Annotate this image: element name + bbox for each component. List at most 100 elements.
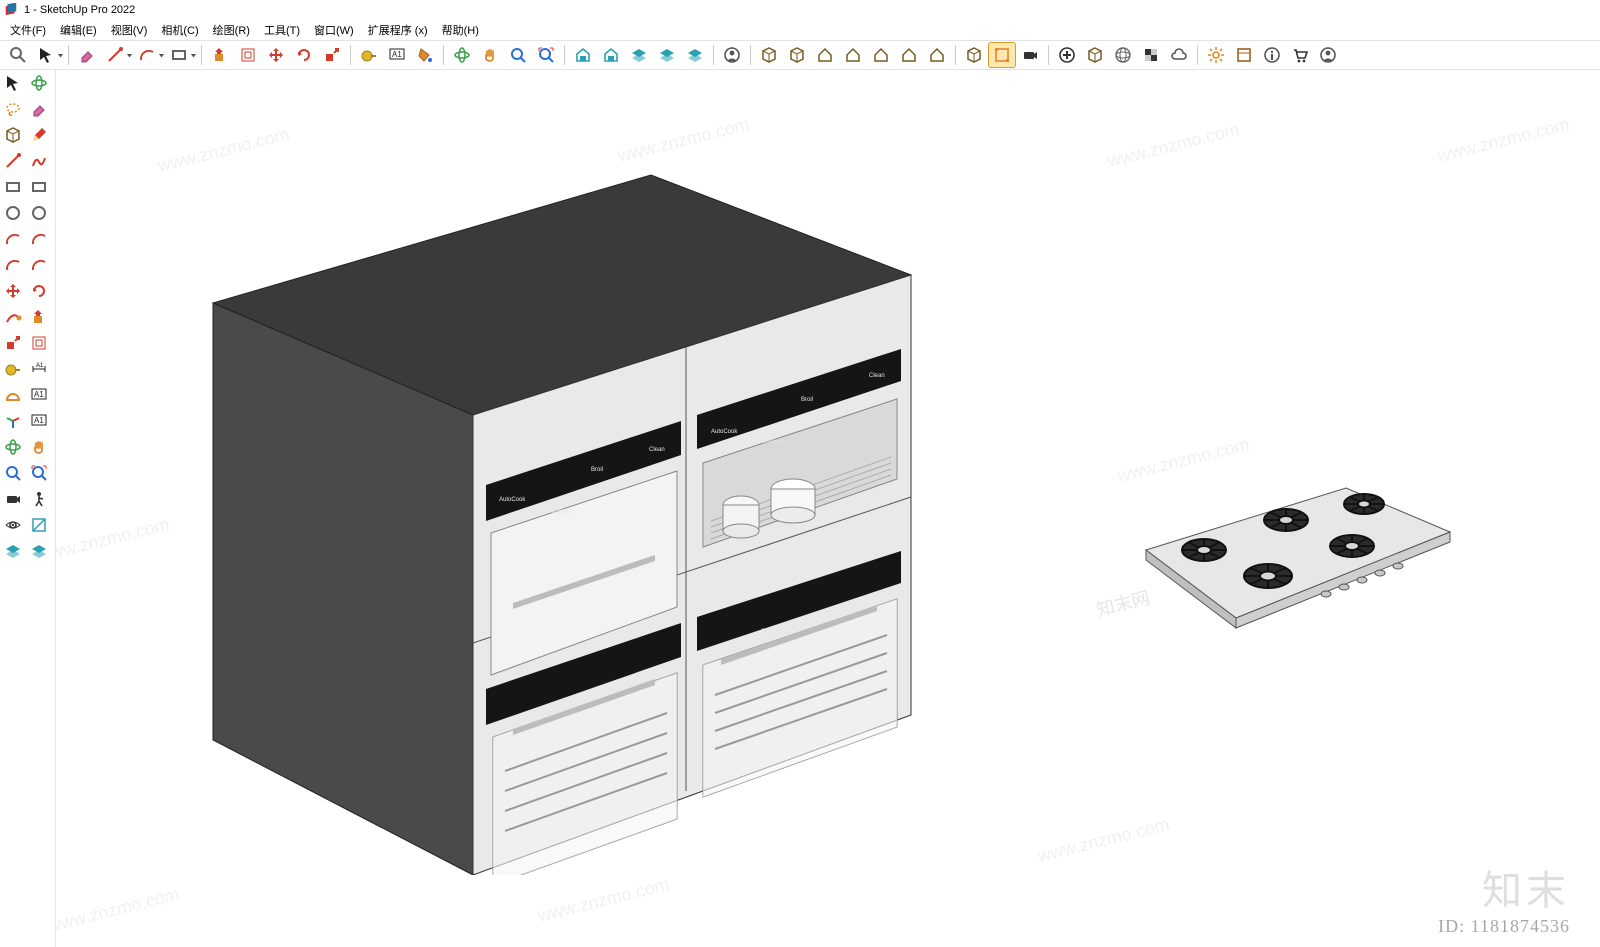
cart-icon[interactable] [1286, 42, 1314, 68]
eraser-icon[interactable] [73, 42, 101, 68]
menu-tools[interactable]: 工具(T) [258, 20, 306, 40]
layers2-icon[interactable] [653, 42, 681, 68]
protractor-icon[interactable] [0, 382, 26, 408]
svg-text:Clean: Clean [649, 447, 665, 453]
gear-icon[interactable] [1202, 42, 1230, 68]
user-circle-icon[interactable] [718, 42, 746, 68]
layers3-icon[interactable] [681, 42, 709, 68]
tags-blue-icon[interactable] [0, 538, 26, 564]
scale-icon[interactable] [318, 42, 346, 68]
lookaround-icon[interactable] [0, 512, 26, 538]
dropdown-icon[interactable] [189, 47, 197, 63]
scale2-icon[interactable] [0, 330, 26, 356]
circle2-icon[interactable] [0, 200, 26, 226]
zoom-icon[interactable] [504, 42, 532, 68]
paint-icon[interactable] [411, 42, 439, 68]
freehand-icon[interactable] [26, 148, 52, 174]
menu-file[interactable]: 文件(F) [4, 20, 52, 40]
house2-icon[interactable] [839, 42, 867, 68]
pie-icon[interactable] [26, 226, 52, 252]
zoom-extents-icon[interactable] [532, 42, 560, 68]
rect-rot-icon[interactable] [26, 174, 52, 200]
extension-wh-icon[interactable] [597, 42, 625, 68]
cube-icon[interactable] [755, 42, 783, 68]
text-icon[interactable]: A1 [383, 42, 411, 68]
select-arrow-icon[interactable] [0, 70, 26, 96]
dropdown-icon[interactable] [157, 47, 165, 63]
zoom2-icon[interactable] [0, 460, 26, 486]
menu-edit[interactable]: 编辑(E) [54, 20, 103, 40]
house4-icon[interactable] [895, 42, 923, 68]
orbit2-icon[interactable] [0, 434, 26, 460]
3ptarc-icon[interactable] [26, 252, 52, 278]
search-icon[interactable] [4, 42, 32, 68]
menu-draw[interactable]: 绘图(R) [207, 20, 256, 40]
walk-icon[interactable] [26, 486, 52, 512]
lasso-icon[interactable] [0, 96, 26, 122]
svg-text:AutoCook: AutoCook [499, 497, 526, 503]
tape2-icon[interactable] [0, 356, 26, 382]
menu-view[interactable]: 视图(V) [105, 20, 154, 40]
ext-cube-icon[interactable] [960, 42, 988, 68]
move-icon[interactable] [262, 42, 290, 68]
menu-camera[interactable]: 相机(C) [155, 20, 204, 40]
axes-icon[interactable] [0, 408, 26, 434]
dropdown-icon[interactable] [125, 47, 133, 63]
menu-help[interactable]: 帮助(H) [436, 20, 485, 40]
offset-icon[interactable] [234, 42, 262, 68]
bbox-icon[interactable] [988, 42, 1016, 68]
cube-solid-icon[interactable] [0, 122, 26, 148]
orbit-small-icon[interactable] [26, 70, 52, 96]
dropdown-icon[interactable] [56, 47, 64, 63]
pan2-icon[interactable] [26, 434, 52, 460]
house-icon[interactable] [811, 42, 839, 68]
tape-icon[interactable] [355, 42, 383, 68]
orbit-icon[interactable] [448, 42, 476, 68]
viewport-3d[interactable]: www.znzmo.com www.znzmo.com www.znzmo.co… [56, 70, 1600, 947]
model-gas-cooktop[interactable] [1116, 480, 1456, 620]
plus-circle-icon[interactable] [1053, 42, 1081, 68]
2ptarc-icon[interactable] [0, 252, 26, 278]
arc2-icon[interactable] [0, 226, 26, 252]
toolbar-separator [713, 45, 714, 65]
avatar-icon[interactable] [1314, 42, 1342, 68]
globe-icon[interactable] [1109, 42, 1137, 68]
svg-text:A1: A1 [36, 363, 44, 369]
house5-icon[interactable] [923, 42, 951, 68]
rotate-icon[interactable] [290, 42, 318, 68]
warehouse-icon[interactable] [569, 42, 597, 68]
cube2-icon[interactable] [783, 42, 811, 68]
toolbar-separator [1048, 45, 1049, 65]
checker-icon[interactable] [1137, 42, 1165, 68]
window-icon[interactable] [1230, 42, 1258, 68]
section-icon[interactable] [26, 512, 52, 538]
pencil-col-icon[interactable] [26, 122, 52, 148]
layers-icon[interactable] [625, 42, 653, 68]
rotate2-icon[interactable] [26, 278, 52, 304]
rect2-icon[interactable] [0, 174, 26, 200]
cloud-icon[interactable] [1165, 42, 1193, 68]
info-icon[interactable] [1258, 42, 1286, 68]
pan-icon[interactable] [476, 42, 504, 68]
polygon-icon[interactable] [26, 200, 52, 226]
model-kitchen-cabinet[interactable]: AutoCookBroil ConvectClean AutoCookBroil… [121, 155, 941, 875]
followme-icon[interactable] [0, 304, 26, 330]
pushpull-icon[interactable] [206, 42, 234, 68]
move2-icon[interactable] [0, 278, 26, 304]
dimension-icon[interactable]: A1 [26, 356, 52, 382]
menu-window[interactable]: 窗口(W) [308, 20, 360, 40]
box3d-icon[interactable] [1081, 42, 1109, 68]
text2-icon[interactable]: A1 [26, 382, 52, 408]
3dtext-icon[interactable]: A1 [26, 408, 52, 434]
tags-blue2-icon[interactable] [26, 538, 52, 564]
pushpull2-icon[interactable] [26, 304, 52, 330]
toolbar-separator [443, 45, 444, 65]
zoomext-icon[interactable] [26, 460, 52, 486]
line2-icon[interactable] [0, 148, 26, 174]
camera-icon[interactable] [1016, 42, 1044, 68]
offset2-icon[interactable] [26, 330, 52, 356]
menu-extensions[interactable]: 扩展程序 (x) [362, 20, 434, 40]
position-cam-icon[interactable] [0, 486, 26, 512]
house3-icon[interactable] [867, 42, 895, 68]
eraser2-icon[interactable] [26, 96, 52, 122]
